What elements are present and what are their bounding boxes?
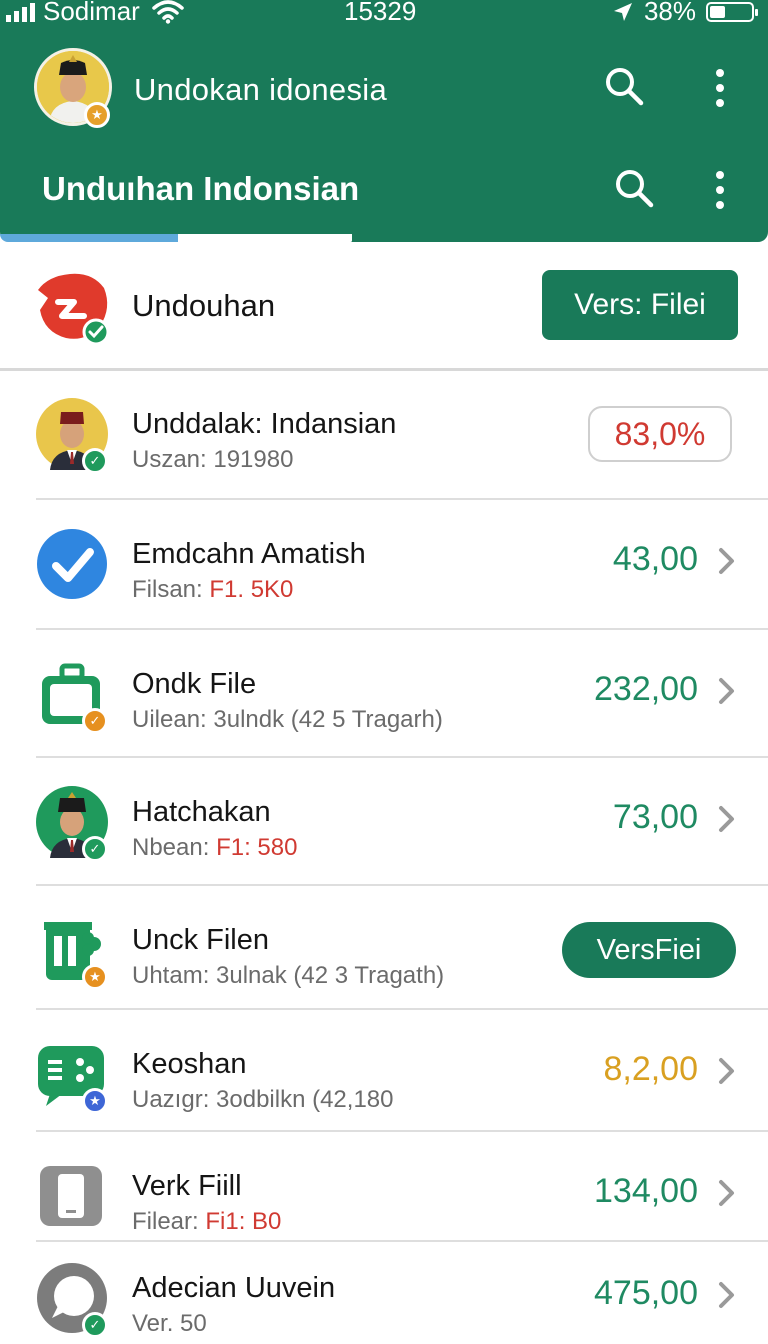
item-subtitle: Uszan: 191980 xyxy=(132,446,293,474)
download-header-title: Undouhan xyxy=(132,288,276,323)
item-subtitle-text: Nbean: xyxy=(132,834,217,861)
item-subtitle-text: Filsan: xyxy=(132,576,210,603)
item-subtitle-text: Uazıgr: 3odbilkn (42,180 xyxy=(132,1086,394,1113)
item-title: Adecian Uuvein xyxy=(132,1272,336,1304)
item-value: 73,00 xyxy=(612,798,698,836)
item-title: Keoshan xyxy=(132,1048,247,1080)
item-subtitle: Uilean: 3ulndk (42 5 Tragarh) xyxy=(132,706,443,734)
chevron-right-icon[interactable] xyxy=(716,804,738,834)
chevron-right-icon[interactable] xyxy=(716,1178,738,1208)
tab-indicator xyxy=(0,234,178,242)
item-subtitle-text: Ver. 50 xyxy=(132,1310,207,1337)
item-subtitle: Filsan: F1. 5K0 xyxy=(132,576,293,604)
divider xyxy=(36,1240,768,1242)
item-subtitle: Ver. 50 xyxy=(132,1310,207,1338)
section-more-icon[interactable] xyxy=(698,168,742,212)
chevron-right-icon[interactable] xyxy=(716,676,738,706)
download-app-icon xyxy=(38,273,110,346)
list-item[interactable]: Verk Fiill Filear: Fi1: B0 134,00 xyxy=(0,1134,768,1242)
list-item[interactable]: ✓ Adecian Uuvein Ver. 50 475,00 xyxy=(0,1244,768,1344)
version-file-button[interactable]: Vers: Filei xyxy=(542,270,738,340)
section-search-icon[interactable] xyxy=(612,166,656,210)
divider xyxy=(36,1008,768,1010)
item-subtitle: Nbean: F1: 580 xyxy=(132,834,297,862)
star-badge-icon: ★ xyxy=(84,102,110,128)
item-value: 8,2,00 xyxy=(603,1050,698,1088)
item-value: 475,00 xyxy=(594,1274,698,1312)
divider xyxy=(0,368,768,371)
check-badge-icon: ✓ xyxy=(82,448,108,474)
item-subtitle-highlight: Fi1: B0 xyxy=(205,1208,282,1235)
item-subtitle-text: Uilean: 3ulndk (42 5 Tragarh) xyxy=(132,706,443,733)
item-value: 134,00 xyxy=(594,1172,698,1210)
check-badge-icon: ✓ xyxy=(82,1312,108,1338)
check-badge-icon: ✓ xyxy=(82,708,108,734)
item-title: Verk Fiill xyxy=(132,1170,242,1202)
check-badge-icon: ✓ xyxy=(82,836,108,862)
item-title: Ondk File xyxy=(132,668,257,700)
item-subtitle-highlight: F1. 5K0 xyxy=(209,576,294,603)
item-title: Hatchakan xyxy=(132,796,271,828)
list-item[interactable]: ✓ Unddalak: Indansian Uszan: 191980 83,0% xyxy=(0,372,768,500)
list-item[interactable]: ✓ Ondk File Uilean: 3ulndk (42 5 Tragarh) 2… xyxy=(0,632,768,758)
divider xyxy=(36,756,768,758)
list-item[interactable]: ★ Unck Filen Uhtam: 3ulnak (42 3 Tragath) V… xyxy=(0,888,768,1010)
checkmark-circle-icon xyxy=(36,528,108,600)
item-subtitle: Uhtam: 3ulnak (42 3 Tragath) xyxy=(132,962,444,990)
item-title: Emdcahn Amatish xyxy=(132,538,366,570)
clock: 15329 xyxy=(344,0,417,26)
list-item[interactable]: ✓ Hatchakan Nbean: F1: 580 73,00 xyxy=(0,760,768,886)
list-item[interactable]: ★ Keoshan Uazıgr: 3odbilkn (42,180 8,2,00 xyxy=(0,1012,768,1132)
status-bar: Sodimar 15329 38% xyxy=(0,0,768,28)
item-title: Unddalak: Indansian xyxy=(132,408,397,440)
item-value: 43,00 xyxy=(612,540,698,578)
carrier-label: Sodimar xyxy=(43,0,140,26)
version-file-button[interactable]: VersFiei xyxy=(562,922,736,978)
divider xyxy=(36,1130,768,1132)
star-badge-icon: ★ xyxy=(82,1088,108,1114)
search-icon[interactable] xyxy=(602,64,646,108)
item-subtitle-text: Uszan: 191980 xyxy=(132,446,294,473)
battery-percent: 38% xyxy=(643,0,696,26)
chevron-right-icon[interactable] xyxy=(716,1280,738,1310)
list-item[interactable]: Emdcahn Amatish Filsan: F1. 5K0 43,00 xyxy=(0,502,768,630)
item-subtitle: Uazıgr: 3odbilkn (42,180 xyxy=(132,1086,394,1114)
progress-percent-pill: 83,0% xyxy=(588,406,732,462)
item-subtitle-text: Uhtam: 3ulnak (42 3 Tragath) xyxy=(132,962,445,989)
app-title: Undokan idonesia xyxy=(134,72,387,107)
chevron-right-icon[interactable] xyxy=(716,1056,738,1086)
more-menu-icon[interactable] xyxy=(698,66,742,110)
star-badge-icon: ★ xyxy=(82,964,108,990)
divider xyxy=(36,498,768,500)
battery-icon xyxy=(706,1,758,22)
location-arrow-icon xyxy=(613,2,632,21)
divider xyxy=(36,884,768,886)
chevron-right-icon[interactable] xyxy=(716,546,738,576)
signal-icon xyxy=(6,2,35,22)
battery-level xyxy=(710,5,725,18)
item-title: Unck Filen xyxy=(132,924,269,956)
item-subtitle-text: Filear: xyxy=(132,1208,206,1235)
wifi-icon xyxy=(152,0,184,24)
divider xyxy=(36,628,768,630)
download-header-row: Undouhan Vers: Filei xyxy=(0,244,768,368)
phone-icon xyxy=(36,1160,108,1232)
item-subtitle: Filear: Fi1: B0 xyxy=(132,1208,281,1236)
item-value: 232,00 xyxy=(594,670,698,708)
section-title: Unduıhan Indonsian xyxy=(42,170,360,207)
item-subtitle-highlight: F1: 580 xyxy=(216,834,298,861)
